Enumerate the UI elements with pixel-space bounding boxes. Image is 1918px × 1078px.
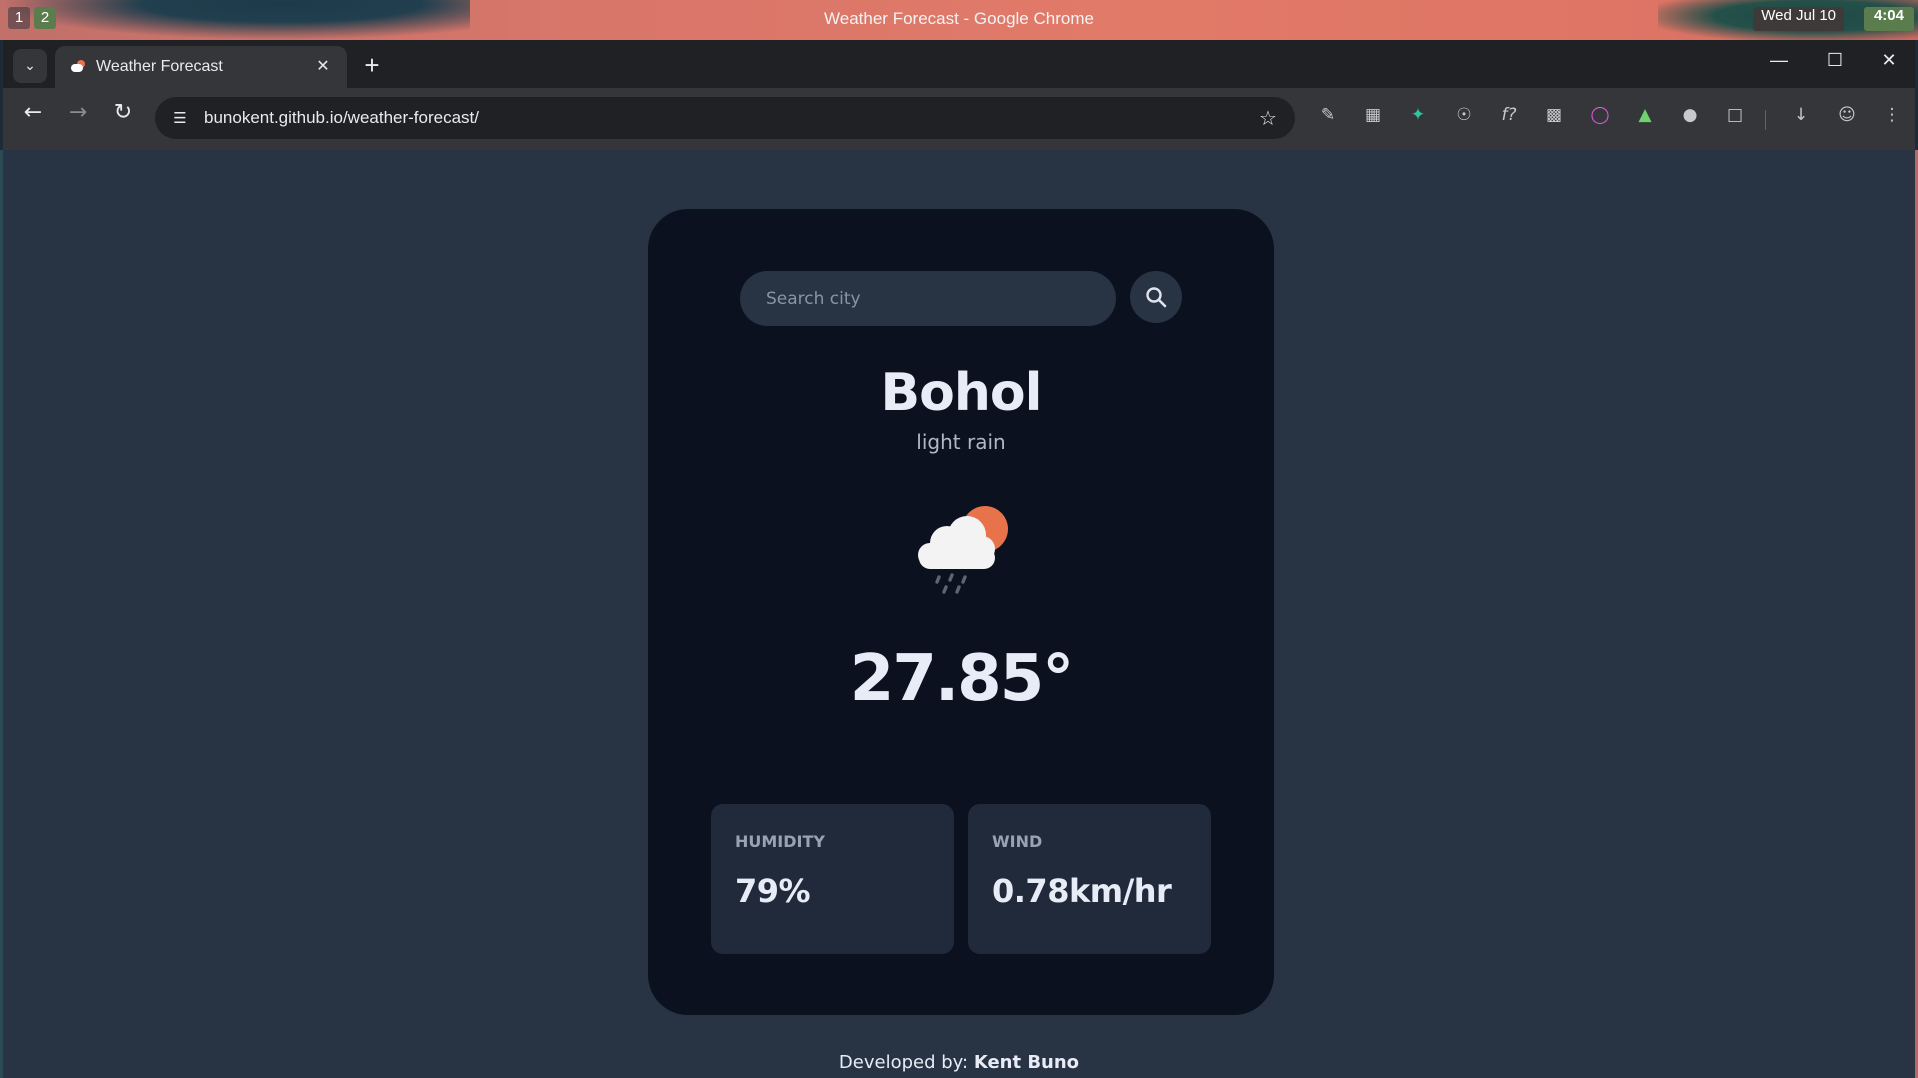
back-arrow-icon[interactable]: ← — [15, 100, 51, 136]
weather-description: light rain — [916, 430, 1006, 454]
tab-weather-forecast[interactable]: Weather Forecast ✕ — [55, 46, 347, 88]
maximize-icon[interactable]: ☐ — [1815, 50, 1855, 78]
humidity-label: HUMIDITY — [735, 832, 825, 851]
url-text[interactable]: bunokent.github.io/weather-forecast/ — [204, 108, 479, 128]
close-window-icon[interactable]: ✕ — [1869, 50, 1909, 78]
search-button[interactable] — [1130, 271, 1182, 323]
date-display[interactable]: Wed Jul 10 — [1753, 7, 1844, 31]
footer-prefix: Developed by: — [838, 1052, 974, 1073]
color-ring-extension-icon[interactable]: ◯ — [1587, 105, 1613, 131]
extensions-icon[interactable]: □ — [1722, 105, 1748, 131]
chevron-down-icon: ⌄ — [24, 58, 36, 74]
weather-card: Bohol light rain 27.85° HUMIDITY 79% — [648, 209, 1274, 1015]
chart-extension-icon[interactable]: ▲ — [1632, 105, 1658, 131]
footer-credit: Developed by: Kent Buno — [3, 1052, 1915, 1073]
bird-extension-icon[interactable]: ✦ — [1405, 105, 1431, 131]
download-icon[interactable]: ↓ — [1788, 105, 1814, 131]
wind-label: WIND — [992, 832, 1043, 851]
city-search-input[interactable] — [740, 271, 1116, 326]
temperature-display: 27.85° — [849, 642, 1074, 716]
ruler-extension-icon[interactable]: ▦ — [1360, 105, 1386, 131]
toolbar-divider — [1765, 110, 1766, 130]
bookmark-star-icon[interactable]: ☆ — [1255, 105, 1281, 131]
humidity-card: HUMIDITY 79% — [711, 804, 954, 954]
humidity-value: 79% — [735, 872, 811, 910]
forward-arrow-icon[interactable]: → — [60, 100, 96, 136]
window-title: Weather Forecast - Google Chrome — [824, 9, 1094, 28]
eyedropper-extension-icon[interactable]: ✎ — [1315, 105, 1341, 131]
browser-toolbar: ← → ↻ ☰ bunokent.github.io/weather-forec… — [3, 88, 1915, 150]
bottle-extension-icon[interactable]: ● — [1677, 105, 1703, 131]
search-icon — [1146, 287, 1167, 308]
browser-window: ⌄ Weather Forecast ✕ + — ☐ ✕ ← → ↻ ☰ bun… — [3, 40, 1915, 150]
tab-title: Weather Forecast — [96, 58, 223, 75]
footer-author: Kent Buno — [973, 1052, 1080, 1073]
clock-display[interactable]: 4:04 — [1863, 7, 1914, 31]
new-tab-button[interactable]: + — [357, 51, 387, 81]
desktop-top-bar: 1 2 Weather Forecast - Google Chrome Wed… — [0, 0, 1918, 40]
tab-search-button[interactable]: ⌄ — [13, 49, 47, 83]
close-tab-icon[interactable]: ✕ — [311, 54, 335, 78]
rain-cloud-sun-icon — [918, 506, 1008, 594]
compass-extension-icon[interactable]: ☉ — [1451, 105, 1477, 131]
profile-avatar[interactable]: ☺ — [1834, 105, 1860, 131]
puzzle-extension-icon[interactable]: ▩ — [1541, 105, 1567, 131]
formula-extension-icon[interactable]: f? — [1496, 105, 1522, 131]
reload-icon[interactable]: ↻ — [105, 100, 141, 136]
wind-value: 0.78km/hr — [992, 872, 1172, 910]
address-bar[interactable]: ☰ bunokent.github.io/weather-forecast/ ☆ — [155, 97, 1295, 139]
site-info-icon[interactable]: ☰ — [169, 107, 191, 129]
city-name: Bohol — [880, 363, 1043, 423]
minimize-icon[interactable]: — — [1759, 50, 1799, 78]
tab-strip: ⌄ Weather Forecast ✕ + — ☐ ✕ — [3, 40, 1915, 88]
wind-card: WIND 0.78km/hr — [968, 804, 1211, 954]
menu-dots-icon[interactable]: ⋮ — [1879, 105, 1905, 131]
page-viewport: Bohol light rain 27.85° HUMIDITY 79% — [3, 150, 1915, 1078]
favicon-icon — [71, 60, 85, 72]
